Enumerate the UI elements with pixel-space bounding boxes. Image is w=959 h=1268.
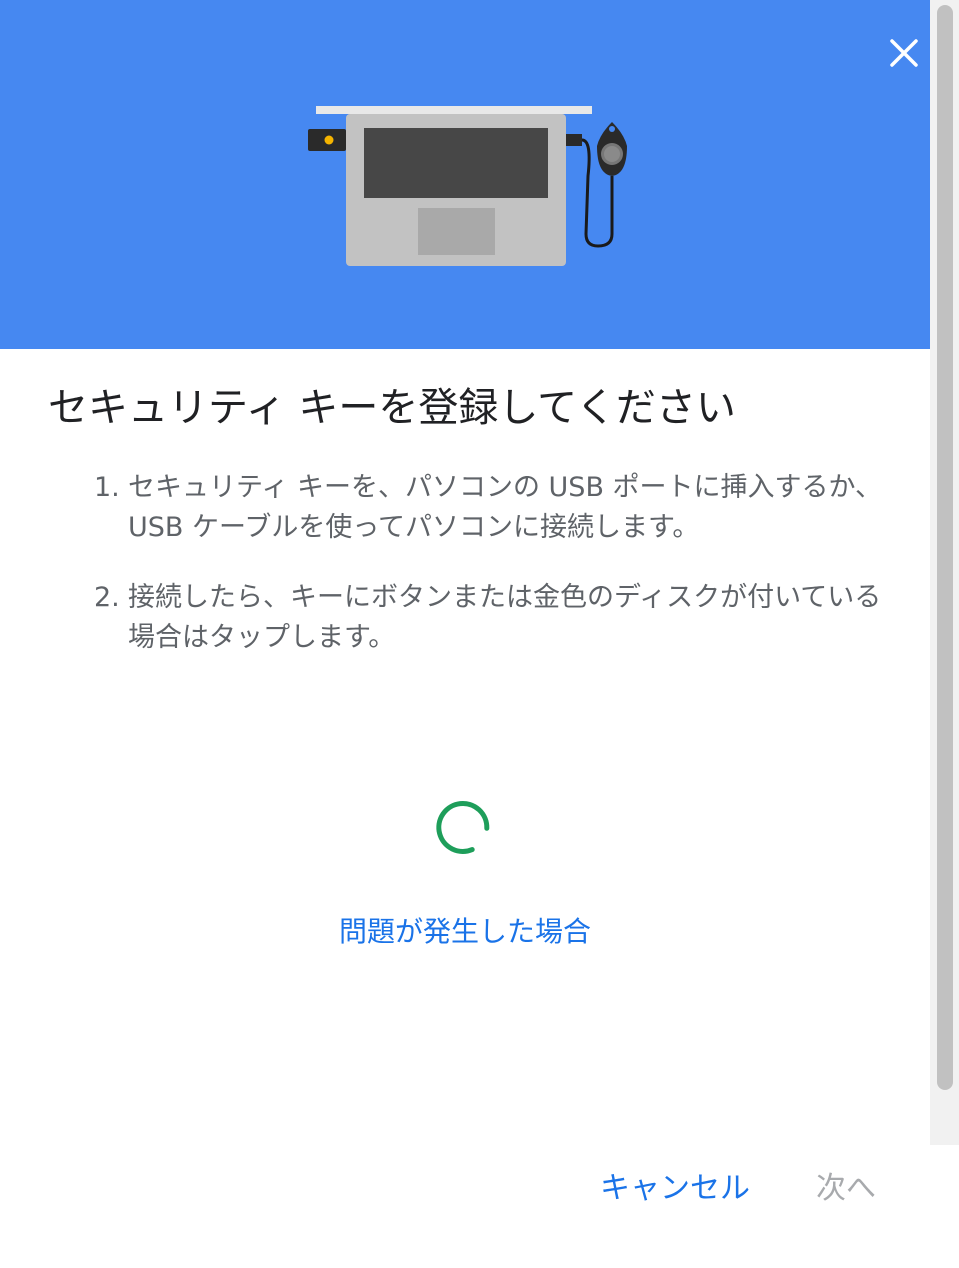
scrollbar-thumb[interactable] bbox=[937, 5, 953, 1090]
step-text: 接続したら、キーにボタンまたは金色のディスクが付いている場合はタップします。 bbox=[128, 582, 882, 653]
step-text: セキュリティ キーを、パソコンの USB ポートに挿入するか、USB ケーブルを… bbox=[128, 472, 883, 543]
trouble-help-link[interactable]: 問題が発生した場合 bbox=[0, 910, 930, 954]
dialog-footer: キャンセル 次へ bbox=[0, 1145, 930, 1268]
step-number: 2. bbox=[94, 582, 120, 613]
security-key-dialog: セキュリティ キーを登録してください 1. セキュリティ キーを、パソコンの U… bbox=[0, 0, 930, 1268]
loading-spinner-icon bbox=[436, 801, 490, 854]
dialog-title: セキュリティ キーを登録してください bbox=[48, 385, 736, 431]
instruction-step: 1. セキュリティ キーを、パソコンの USB ポートに挿入するか、USB ケー… bbox=[94, 468, 894, 548]
next-button[interactable]: 次へ bbox=[800, 1165, 892, 1213]
footer-gutter bbox=[930, 1145, 959, 1268]
laptop-security-key-illustration bbox=[308, 106, 627, 266]
header-banner bbox=[0, 0, 930, 349]
instruction-step: 2. 接続したら、キーにボタンまたは金色のディスクが付いている場合はタップします… bbox=[94, 578, 894, 658]
close-icon bbox=[890, 39, 918, 67]
instruction-list: 1. セキュリティ キーを、パソコンの USB ポートに挿入するか、USB ケー… bbox=[94, 468, 894, 688]
step-number: 1. bbox=[94, 472, 120, 503]
cancel-button[interactable]: キャンセル bbox=[590, 1165, 760, 1213]
close-button[interactable] bbox=[884, 33, 924, 73]
